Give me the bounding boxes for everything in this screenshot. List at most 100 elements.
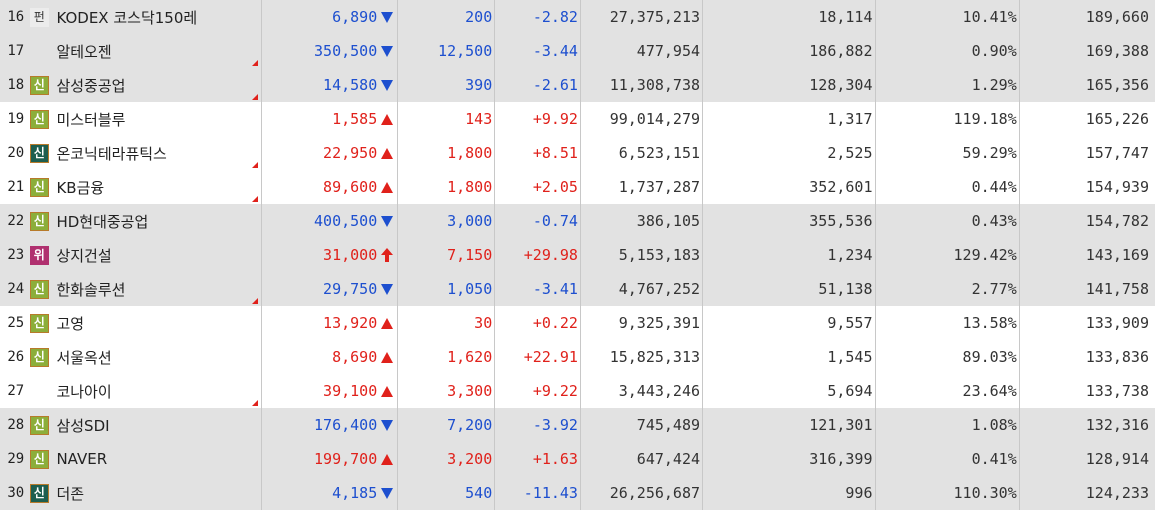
rate-cell: +0.22 xyxy=(494,306,581,340)
stock-name-cell[interactable]: 알테오젠 xyxy=(54,34,263,68)
direction-cell xyxy=(377,136,399,170)
stock-name[interactable]: 알테오젠 xyxy=(54,43,111,61)
stock-name-cell[interactable]: 더존 xyxy=(54,476,263,510)
up-triangle-icon xyxy=(381,181,394,193)
turnover-cell: 129.42% xyxy=(875,238,1020,272)
change-cell: 3,300 xyxy=(397,374,496,408)
direction-cell xyxy=(377,374,399,408)
change-cell: 7,200 xyxy=(397,408,496,442)
rate-cell: +22.91 xyxy=(494,340,581,374)
table-row[interactable]: 21 신 KB금융 89,600 1,800 +2.05 1,737,287 352,601 0… xyxy=(0,170,1155,204)
turnover-cell: 0.90% xyxy=(875,34,1020,68)
change-cell: 1,620 xyxy=(397,340,496,374)
table-row[interactable]: 19 신 미스터블루 1,585 143 +9.92 99,014,279 1,317 119.… xyxy=(0,102,1155,136)
stock-name-cell[interactable]: 상지건설 xyxy=(54,238,263,272)
prev-volume-cell: 1,317 xyxy=(702,102,876,136)
stock-name-cell[interactable]: 삼성SDI xyxy=(54,408,263,442)
status-badge: 펀 xyxy=(29,7,49,27)
stock-name[interactable]: 더존 xyxy=(54,485,84,503)
direction-cell xyxy=(377,238,399,272)
rank-cell: 16 xyxy=(0,0,25,34)
stock-name[interactable]: 온코닉테라퓨틱스 xyxy=(54,145,166,163)
rank-cell: 22 xyxy=(0,204,25,238)
stock-name[interactable]: KODEX 코스닥150레 xyxy=(54,9,197,27)
table-row[interactable]: 16 펀 KODEX 코스닥150레 6,890 200 -2.82 27,375,213 1… xyxy=(0,0,1155,34)
stock-name-cell[interactable]: 삼성중공업 xyxy=(54,68,263,102)
limit-up-arrow-icon xyxy=(381,248,394,262)
stock-name-cell[interactable]: HD현대중공업 xyxy=(54,204,263,238)
table-row[interactable]: 23 위 상지건설 31,000 7,150 +29.98 5,153,183 1,234 12… xyxy=(0,238,1155,272)
stock-name[interactable]: 코나아이 xyxy=(54,383,111,401)
rate-cell: -2.61 xyxy=(494,68,581,102)
corner-flag-icon xyxy=(252,298,259,304)
volume-cell: 15,825,313 xyxy=(580,340,704,374)
stock-name-cell[interactable]: 코나아이 xyxy=(54,374,263,408)
badge-cell: 위 xyxy=(24,238,55,272)
table-row[interactable]: 24 신 한화솔루션 29,750 1,050 -3.41 4,767,252 51,138 2… xyxy=(0,272,1155,306)
rank-cell: 18 xyxy=(0,68,25,102)
stock-name[interactable]: NAVER xyxy=(54,450,107,468)
turnover-cell: 119.18% xyxy=(875,102,1020,136)
volume-cell: 99,014,279 xyxy=(580,102,704,136)
stock-name[interactable]: 미스터블루 xyxy=(54,111,125,129)
stock-name-cell[interactable]: 한화솔루션 xyxy=(54,272,263,306)
volume-cell: 5,153,183 xyxy=(580,238,704,272)
stock-name[interactable]: 서울옥션 xyxy=(54,349,111,367)
down-triangle-icon xyxy=(381,79,394,91)
table-row[interactable]: 29 신 NAVER 199,700 3,200 +1.63 647,424 316,399 0… xyxy=(0,442,1155,476)
table-row[interactable]: 20 신 온코닉테라퓨틱스 22,950 1,800 +8.51 6,523,151 2,52… xyxy=(0,136,1155,170)
rank-cell: 21 xyxy=(7,179,25,195)
stock-name[interactable]: HD현대중공업 xyxy=(54,213,148,231)
stock-name-cell[interactable]: KODEX 코스닥150레 xyxy=(54,0,263,34)
corner-flag-icon xyxy=(252,162,259,168)
rate-cell: -3.41 xyxy=(494,272,581,306)
stock-name[interactable]: 고영 xyxy=(54,315,84,333)
table-row[interactable]: 27 코나아이 39,100 3,300 +9.22 3,443,246 5,694 23.6… xyxy=(0,374,1155,408)
stock-name[interactable]: 한화솔루션 xyxy=(54,281,125,299)
badge-cell: 신 xyxy=(24,476,55,510)
stock-name-cell[interactable]: NAVER xyxy=(54,442,263,476)
rank-cell: 26 xyxy=(7,349,25,365)
turnover-cell: 0.43% xyxy=(875,204,1020,238)
table-row[interactable]: 26 신 서울옥션 8,690 1,620 +22.91 15,825,313 1,545 89… xyxy=(0,340,1155,374)
table-row[interactable]: 22 신 HD현대중공업 400,500 3,000 -0.74 386,105 355,53… xyxy=(0,204,1155,238)
rank-cell: 25 xyxy=(7,315,25,331)
direction-cell xyxy=(377,68,399,102)
price-cell: 400,500 xyxy=(261,204,378,238)
badge-cell xyxy=(24,374,54,408)
stock-name[interactable]: 삼성SDI xyxy=(54,417,109,435)
price-cell: 31,000 xyxy=(261,238,378,272)
volume-cell: 1,737,287 xyxy=(580,170,704,204)
turnover-cell: 89.03% xyxy=(875,340,1020,374)
change-cell: 1,800 xyxy=(397,170,496,204)
volume-cell: 27,375,213 xyxy=(580,0,704,34)
change-cell: 143 xyxy=(397,102,496,136)
stock-name-cell[interactable]: 미스터블루 xyxy=(54,102,263,136)
stock-name-cell[interactable]: KB금융 xyxy=(54,170,263,204)
amount-cell: 128,914 xyxy=(1019,442,1155,476)
prev-volume-cell: 1,545 xyxy=(702,340,876,374)
down-triangle-icon xyxy=(381,283,394,295)
stock-name[interactable]: 상지건설 xyxy=(54,247,111,265)
price-cell: 8,690 xyxy=(332,348,378,366)
rank-cell: 29 xyxy=(0,442,25,476)
table-row[interactable]: 17 알테오젠 350,500 12,500 -3.44 477,954 186,882 0.… xyxy=(0,34,1155,68)
table-row[interactable]: 30 신 더존 4,185 540 -11.43 26,256,687 996 110.30% 1… xyxy=(0,476,1155,510)
prev-volume-cell: 51,138 xyxy=(702,272,876,306)
stock-name-cell[interactable]: 고영 xyxy=(54,306,263,340)
status-badge: 신 xyxy=(29,313,49,333)
amount-cell: 154,939 xyxy=(1085,178,1149,196)
badge-cell: 신 xyxy=(24,204,55,238)
stock-name-cell[interactable]: 온코닉테라퓨틱스 xyxy=(54,136,263,170)
stock-name[interactable]: KB금융 xyxy=(54,179,104,197)
badge-cell: 신 xyxy=(24,170,54,204)
stock-name[interactable]: 삼성중공업 xyxy=(54,77,125,95)
table-row[interactable]: 18 신 삼성중공업 14,580 390 -2.61 11,308,738 128,304 1… xyxy=(0,68,1155,102)
change-cell: 7,150 xyxy=(397,238,496,272)
rate-cell: +8.51 xyxy=(494,136,581,170)
table-row[interactable]: 25 신 고영 13,920 30 +0.22 9,325,391 9,557 13.58% 13… xyxy=(0,306,1155,340)
table-row[interactable]: 28 신 삼성SDI 176,400 7,200 -3.92 745,489 121,301 1… xyxy=(0,408,1155,442)
badge-cell: 신 xyxy=(24,306,54,340)
volume-cell: 26,256,687 xyxy=(580,476,704,510)
stock-name-cell[interactable]: 서울옥션 xyxy=(54,340,263,374)
